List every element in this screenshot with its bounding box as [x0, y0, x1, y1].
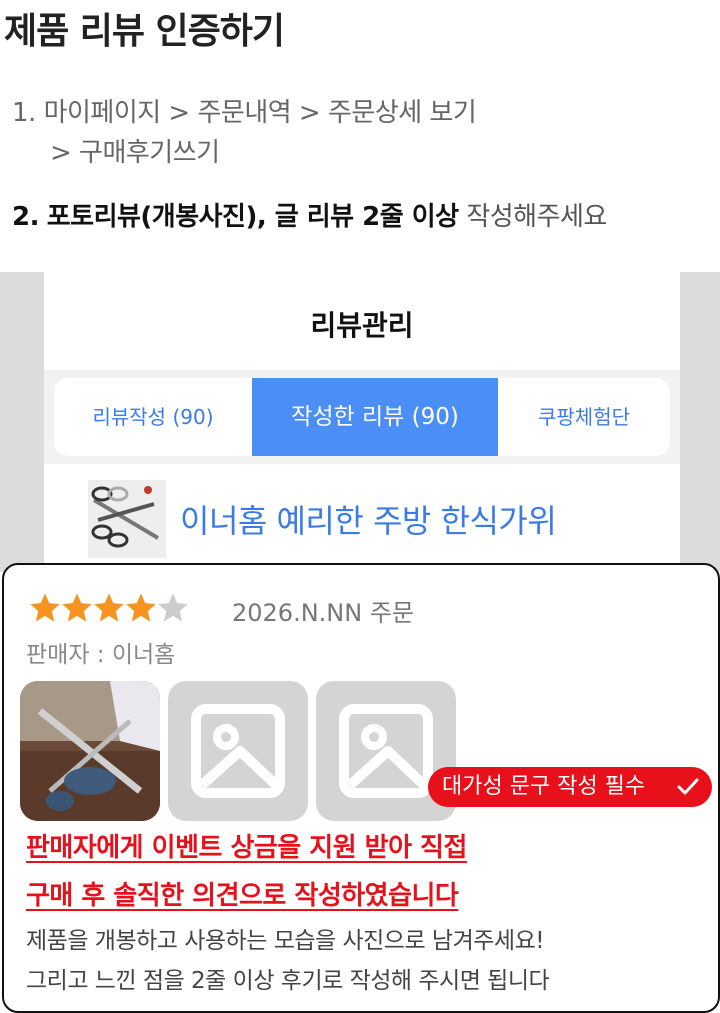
tab-written-reviews[interactable]: 작성한 리뷰 (90) — [252, 378, 498, 456]
step-2: 2. 포토리뷰(개봉사진), 글 리뷰 2줄 이상 작성해주세요 — [12, 196, 607, 233]
review-card: 2026.N.NN 주문 판매자 : 이너홈 대가성 문구 작성 필수 판매자에… — [2, 563, 720, 1013]
photo-placeholder[interactable] — [168, 681, 308, 821]
tab-coupang-experience[interactable]: 쿠팡체험단 — [498, 378, 670, 456]
instruction-line-1: 제품을 개봉하고 사용하는 모습을 사진으로 남겨주세요! — [26, 928, 544, 954]
product-thumbnail[interactable] — [88, 480, 166, 558]
star-rating — [28, 591, 188, 627]
star-icon — [94, 593, 124, 622]
step-2-light-text: 작성해주세요 — [466, 202, 607, 232]
disclosure-line-2: 구매 후 솔직한 의견으로 작성하였습니다 — [26, 881, 459, 911]
step-2-bold-text: 포토리뷰(개봉사진), 글 리뷰 2줄 이상 — [46, 202, 459, 232]
seller-name: 판매자 : 이너홈 — [26, 642, 176, 668]
order-date: 2026.N.NN 주문 — [232, 599, 414, 627]
star-icon — [30, 593, 60, 622]
tab-container: 리뷰작성 (90) 작성한 리뷰 (90) 쿠팡체험단 — [54, 378, 670, 456]
disclosure-required-badge: 대가성 문구 작성 필수 — [428, 767, 712, 807]
instruction-line-2: 그리고 느낀 점을 2줄 이상 후기로 작성해 주시면 됩니다 — [26, 968, 550, 994]
product-name-link[interactable]: 이너홈 예리한 주방 한식가위 — [180, 496, 557, 542]
review-manager-panel: 리뷰관리 리뷰작성 (90) 작성한 리뷰 (90) 쿠팡체험단 이너홈 예리한… — [44, 272, 680, 572]
checkmark-icon — [677, 778, 699, 795]
page-title: 제품 리뷰 인증하기 — [4, 11, 285, 52]
star-icon — [126, 593, 156, 622]
step-1-line-2: > 구매후기쓰기 — [50, 138, 220, 168]
star-icon — [158, 593, 188, 622]
tab-write-review[interactable]: 리뷰작성 (90) — [54, 378, 252, 456]
review-manager-title: 리뷰관리 — [310, 309, 414, 342]
step-1-line-1: 1. 마이페이지 > 주문내역 > 주문상세 보기 — [12, 98, 477, 128]
disclosure-line-1: 판매자에게 이벤트 상금을 지원 받아 직접 — [26, 833, 467, 863]
image-placeholder-icon — [191, 704, 285, 798]
review-photo[interactable] — [20, 681, 160, 821]
tab-bar: 리뷰작성 (90) 작성한 리뷰 (90) 쿠팡체험단 — [44, 370, 680, 464]
badge-label: 대가성 문구 작성 필수 — [442, 774, 646, 799]
step-2-number: 2. — [12, 202, 39, 232]
star-icon — [62, 593, 92, 622]
